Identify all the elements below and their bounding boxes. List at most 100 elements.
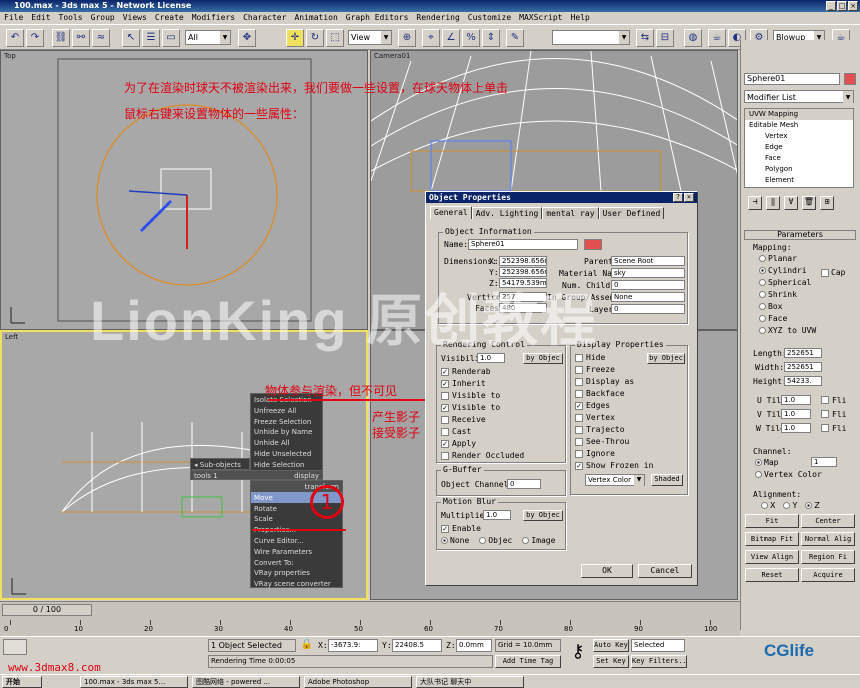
menu-customize[interactable]: Customize (468, 12, 511, 24)
mapping-box[interactable]: Box (759, 302, 855, 314)
mirror-icon[interactable]: ⇆ (636, 29, 654, 47)
shaded-button[interactable]: Shaded (651, 474, 683, 486)
pivot-icon[interactable]: ⊕ (398, 29, 416, 47)
align-reset-button[interactable]: Reset (745, 568, 799, 582)
move-icon[interactable]: ✛ (286, 29, 304, 47)
scale-icon[interactable]: ⬚ (326, 29, 344, 47)
dialog-help-button[interactable]: ? (673, 193, 683, 202)
align-view-align-button[interactable]: View Align (745, 550, 799, 564)
menu-edit[interactable]: Edit (31, 12, 50, 24)
configure-sets-icon[interactable]: ⊞ (820, 196, 834, 210)
wflip-checkbox[interactable] (821, 424, 829, 432)
undo-icon[interactable]: ↶ (6, 29, 24, 47)
render-opt-checkbox-1[interactable]: ✓ (441, 380, 449, 388)
display-opt-checkbox-2[interactable] (575, 378, 583, 386)
taskbar-item-3[interactable]: 大队书记 聊天中 (416, 676, 524, 688)
motion-mode-image[interactable]: Image (522, 536, 555, 545)
menu-modifiers[interactable]: Modifiers (192, 12, 235, 24)
viewport-camera-label[interactable]: Camera01 (374, 52, 410, 60)
named-selection-dropdown[interactable] (552, 30, 630, 45)
align-normal-alig-button[interactable]: Normal Alig (801, 532, 855, 546)
mapping-shrink[interactable]: Shrink (759, 290, 855, 302)
menu-animation[interactable]: Animation (294, 12, 337, 24)
display-opt-checkbox-1[interactable] (575, 366, 583, 374)
menu-create[interactable]: Create (155, 12, 184, 24)
render-scene-icon[interactable]: ☕ (708, 29, 726, 47)
set-key-button[interactable]: Set Key (593, 655, 629, 668)
tab-user-defined[interactable]: User Defined (598, 207, 665, 219)
remove-modifier-icon[interactable]: 🗑 (802, 196, 816, 210)
quad-item-hide-unselected[interactable]: Hide Unselected (251, 448, 322, 459)
cancel-button[interactable]: Cancel (638, 564, 692, 578)
render-opt-checkbox-6[interactable]: ✓ (441, 440, 449, 448)
motion-mode-none[interactable]: None (441, 536, 469, 545)
object-color-button[interactable] (844, 73, 856, 85)
uflip-checkbox[interactable] (821, 396, 829, 404)
pin-stack-icon[interactable]: ⊣ (748, 196, 762, 210)
material-editor-icon[interactable]: ◍ (684, 29, 702, 47)
select-icon[interactable]: ↖ (122, 29, 140, 47)
rotate-icon[interactable]: ↻ (306, 29, 324, 47)
stack-item-polygon[interactable]: Polygon (745, 164, 853, 175)
render-opt-checkbox-2[interactable] (441, 392, 449, 400)
menu-group[interactable]: Group (91, 12, 115, 24)
selection-filter-dropdown[interactable]: All (185, 30, 231, 45)
maximize-button[interactable]: □ (837, 1, 847, 11)
map-channel-field[interactable]: 1 (811, 457, 837, 467)
multiplier-field[interactable]: 1.0 (483, 510, 511, 520)
render-opt-checkbox-5[interactable] (441, 428, 449, 436)
enable-checkbox[interactable]: ✓ (441, 525, 449, 533)
start-button[interactable]: 开始 (2, 676, 42, 688)
quad-item-wire-parameters[interactable]: Wire Parameters (251, 546, 342, 557)
motion-mode-objec[interactable]: Objec (479, 536, 512, 545)
parameters-rollout-header[interactable]: Parameters (744, 230, 856, 240)
menu-views[interactable]: Views (123, 12, 147, 24)
taskbar-item-2[interactable]: Adobe Photoshop (304, 676, 412, 688)
utile-field[interactable]: 1.0 (781, 395, 811, 405)
dialog-close-button[interactable]: × (684, 193, 694, 202)
add-time-tag-button[interactable]: Add Time Tag (495, 655, 561, 668)
coord-x-field[interactable]: -3673.9: (328, 639, 378, 652)
mapping-face[interactable]: Face (759, 314, 855, 326)
ref-coord-dropdown[interactable]: View (348, 30, 392, 45)
quad-item-convert-to[interactable]: Convert To: (251, 557, 342, 568)
quad-item-unfreeze-all[interactable]: Unfreeze All (251, 405, 322, 416)
select-move-icon[interactable]: ✥ (238, 29, 256, 47)
object-channel-field[interactable]: 0 (507, 479, 541, 489)
align-region-fi-button[interactable]: Region Fi (801, 550, 855, 564)
axis-z[interactable]: Z (805, 501, 820, 510)
percent-snap-icon[interactable]: % (462, 29, 480, 47)
display-opt-checkbox-6[interactable] (575, 426, 583, 434)
viewport-left-label[interactable]: Left (5, 333, 18, 341)
quad-item-curve-editor[interactable]: Curve Editor... (251, 535, 342, 546)
angle-snap-icon[interactable]: ∠ (442, 29, 460, 47)
quad-item-hide-selection[interactable]: Hide Selection (251, 459, 322, 470)
width-field[interactable]: 252651 (784, 362, 822, 372)
coord-y-field[interactable]: 22408.5 (392, 639, 442, 652)
stack-item-uvw-mapping[interactable]: UVW Mapping (745, 109, 853, 120)
timeline-ruler[interactable]: 0 10 20 30 40 50 60 70 80 90 100 (4, 620, 730, 634)
redo-icon[interactable]: ↷ (26, 29, 44, 47)
menu-maxscript[interactable]: MAXScript (519, 12, 562, 24)
auto-key-button[interactable]: Auto Key (593, 639, 629, 652)
viewport-top-label[interactable]: Top (4, 52, 16, 60)
object-color-swatch[interactable] (584, 239, 602, 250)
quad-item-unhide-all[interactable]: Unhide All (251, 437, 322, 448)
vflip-checkbox[interactable] (821, 410, 829, 418)
menu-file[interactable]: File (4, 12, 23, 24)
select-by-name-icon[interactable]: ☰ (142, 29, 160, 47)
object-name-field[interactable]: Sphere01 (468, 239, 578, 250)
align-acquire-button[interactable]: Acquire (801, 568, 855, 582)
display-opt-checkbox-8[interactable] (575, 450, 583, 458)
close-button[interactable]: × (848, 1, 858, 11)
menu-rendering[interactable]: Rendering (416, 12, 459, 24)
snap-icon[interactable]: ⌖ (422, 29, 440, 47)
axis-x[interactable]: X (761, 501, 775, 510)
time-slider[interactable]: 0 / 100 (2, 604, 92, 616)
submenu-subobjects[interactable]: ◂ Sub-objects (191, 459, 249, 469)
rect-region-icon[interactable]: ▭ (162, 29, 180, 47)
align-fit-button[interactable]: Fit (745, 514, 799, 528)
display-by-object-button[interactable]: by Objec (647, 353, 685, 364)
wtile-field[interactable]: 1.0 (781, 423, 811, 433)
quad-submenu[interactable]: ◂ Sub-objects (190, 458, 250, 470)
